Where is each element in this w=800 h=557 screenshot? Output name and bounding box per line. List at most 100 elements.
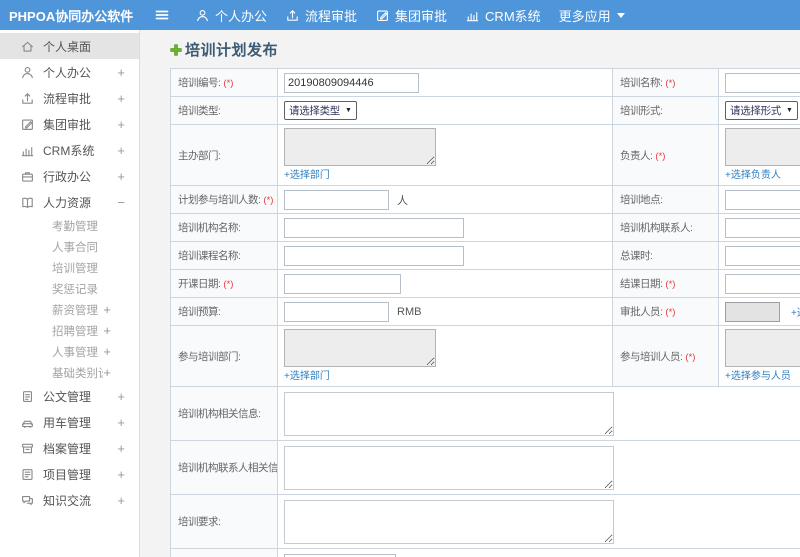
training-org-name-label-cell: 培训机构名称: (170, 213, 278, 242)
sidebar-item-档案管理[interactable]: 档案管理 + (0, 435, 139, 461)
person-in-charge-textarea[interactable] (725, 128, 800, 166)
participating-persons-label-cell: 参与培训人员: (*) (612, 325, 719, 387)
sidebar-item-奖惩记录[interactable]: 奖惩记录 (0, 278, 139, 299)
sidebar-item-人事管理[interactable]: 人事管理 + (0, 341, 139, 362)
form-row: 培训类型: 请选择类型 ▼ 培训形式: 请选择形式 ▼ (170, 96, 800, 125)
sidebar-item-label: 公文管理 (43, 389, 92, 404)
expand-plus-icon[interactable]: + (117, 92, 125, 105)
host-department-textarea[interactable] (284, 128, 436, 166)
host-department-label-cell: 主办部门: (170, 124, 278, 186)
sidebar-item-人力资源[interactable]: 人力资源 − (0, 189, 139, 215)
nav-item-集团审批[interactable]: 集团审批 (366, 0, 456, 30)
expand-plus-icon[interactable]: + (117, 170, 125, 183)
sidebar-item-公文管理[interactable]: 公文管理 + (0, 383, 139, 409)
sidebar-item-招聘管理[interactable]: 招聘管理 + (0, 320, 139, 341)
sidebar-item-薪资管理[interactable]: 薪资管理 + (0, 299, 139, 320)
training-location-input[interactable] (725, 189, 800, 210)
host-department-link-row: +选择部门 (284, 168, 606, 182)
form-row: 培训课程名称: 总课时: (170, 241, 800, 270)
expand-plus-icon[interactable]: + (117, 390, 125, 403)
end-date-input[interactable] (725, 273, 800, 294)
course-name-input[interactable] (284, 245, 464, 266)
host-department-select-link[interactable]: +选择部门 (284, 170, 330, 181)
planned-participants-input[interactable] (284, 189, 389, 210)
field-label: 培训机构相关信息: (178, 408, 261, 420)
training-number-input[interactable] (284, 72, 419, 93)
sidebar-item-项目管理[interactable]: 项目管理 + (0, 461, 139, 487)
participating-departments-textarea[interactable] (284, 329, 436, 367)
training-org-contact-info-textarea[interactable] (284, 445, 614, 490)
hamburger-icon[interactable] (154, 7, 170, 23)
sidebar-item-CRM系统[interactable]: CRM系统 + (0, 137, 139, 163)
participating-departments-link-row: +选择部门 (284, 369, 606, 383)
start-date-input[interactable] (284, 273, 401, 294)
required-mark: (*) (665, 279, 676, 290)
nav-item-个人办公[interactable]: 个人办公 (186, 0, 276, 30)
field-label: 培训机构联系人: (620, 222, 693, 234)
user-icon (20, 65, 36, 80)
training-org-info-textarea[interactable] (284, 391, 614, 436)
sidebar-item-知识交流[interactable]: 知识交流 + (0, 487, 139, 513)
attachment-field-cell: +附件上传 (277, 548, 800, 557)
field-label: 参与培训人员: (620, 350, 683, 363)
training-name-input[interactable] (725, 72, 800, 93)
expand-plus-icon[interactable]: + (117, 442, 125, 455)
nav-item-流程审批[interactable]: 流程审批 (276, 0, 366, 30)
training-org-info-label-cell: 培训机构相关信息: (170, 386, 278, 441)
sidebar-item-行政办公[interactable]: 行政办公 + (0, 163, 139, 189)
participating-persons-textarea[interactable] (725, 329, 800, 367)
expand-plus-icon[interactable]: + (117, 468, 125, 481)
nav-item-label: 集团审批 (395, 8, 448, 24)
participating-persons-select-link[interactable]: +选择参与人员 (725, 371, 791, 382)
training-form-select[interactable]: 请选择形式 ▼ (725, 101, 798, 120)
training-requirements-textarea[interactable] (284, 499, 614, 544)
sidebar-item-集团审批[interactable]: 集团审批 + (0, 111, 139, 137)
sidebar-item-个人办公[interactable]: 个人办公 + (0, 59, 139, 85)
expand-plus-icon[interactable]: + (117, 66, 125, 79)
expand-plus-icon[interactable]: + (117, 494, 125, 507)
person-in-charge-select-link[interactable]: +选择负责人 (725, 170, 781, 181)
training-budget-input[interactable] (284, 301, 389, 322)
nav-item-更多应用[interactable]: 更多应用 (550, 0, 634, 30)
sidebar-item-label: 人事合同 (52, 241, 98, 254)
training-org-contact-input[interactable] (725, 217, 800, 238)
flow-icon (20, 91, 36, 106)
training-type-select[interactable]: 请选择类型 ▼ (284, 101, 357, 120)
attachment-input[interactable] (284, 553, 396, 557)
participating-departments-field-cell: +选择部门 (277, 325, 613, 387)
field-label: 培训名称: (620, 77, 663, 89)
expand-plus-icon[interactable]: + (117, 416, 125, 429)
expand-plus-icon[interactable]: + (103, 324, 111, 337)
planned-participants-unit-label: 人 (397, 194, 408, 207)
field-label: 培训要求: (178, 516, 221, 528)
expand-plus-icon[interactable]: + (103, 303, 111, 316)
training-type-label-cell: 培训类型: (170, 96, 278, 125)
nav-item-CRM系统[interactable]: CRM系统 (456, 0, 550, 30)
training-number-field-cell (277, 68, 613, 97)
sidebar-item-用车管理[interactable]: 用车管理 + (0, 409, 139, 435)
collapse-minus-icon[interactable]: − (117, 196, 125, 209)
briefcase-icon (20, 169, 36, 184)
expand-plus-icon[interactable]: + (103, 345, 111, 358)
expand-plus-icon[interactable]: + (117, 144, 125, 157)
form-row: 培训机构相关信息: (170, 386, 800, 441)
training-org-name-input[interactable] (284, 217, 464, 238)
sidebar-item-基础类别设置[interactable]: 基础类别设置+ (0, 362, 139, 383)
sidebar-item-考勤管理[interactable]: 考勤管理 (0, 215, 139, 236)
participating-departments-select-link[interactable]: +选择部门 (284, 371, 330, 382)
sidebar-item-个人桌面[interactable]: 个人桌面 (0, 33, 139, 59)
expand-plus-icon[interactable]: + (103, 366, 111, 379)
book-icon (20, 195, 36, 210)
attachment-label-cell: 附件文档: (170, 548, 278, 557)
sidebar-item-人事合同[interactable]: 人事合同 (0, 236, 139, 257)
expand-plus-icon[interactable]: + (117, 118, 125, 131)
sidebar-item-label: 个人桌面 (43, 39, 92, 54)
required-mark: (*) (665, 307, 676, 318)
total-hours-input[interactable] (725, 245, 800, 266)
sidebar-item-label: 流程审批 (43, 91, 92, 106)
field-label: 培训地点: (620, 194, 663, 206)
sidebar-item-培训管理[interactable]: 培训管理 (0, 257, 139, 278)
approver-input[interactable] (725, 301, 780, 322)
approver-action-link[interactable]: +选择审批人员 (791, 308, 800, 319)
sidebar-item-流程审批[interactable]: 流程审批 + (0, 85, 139, 111)
